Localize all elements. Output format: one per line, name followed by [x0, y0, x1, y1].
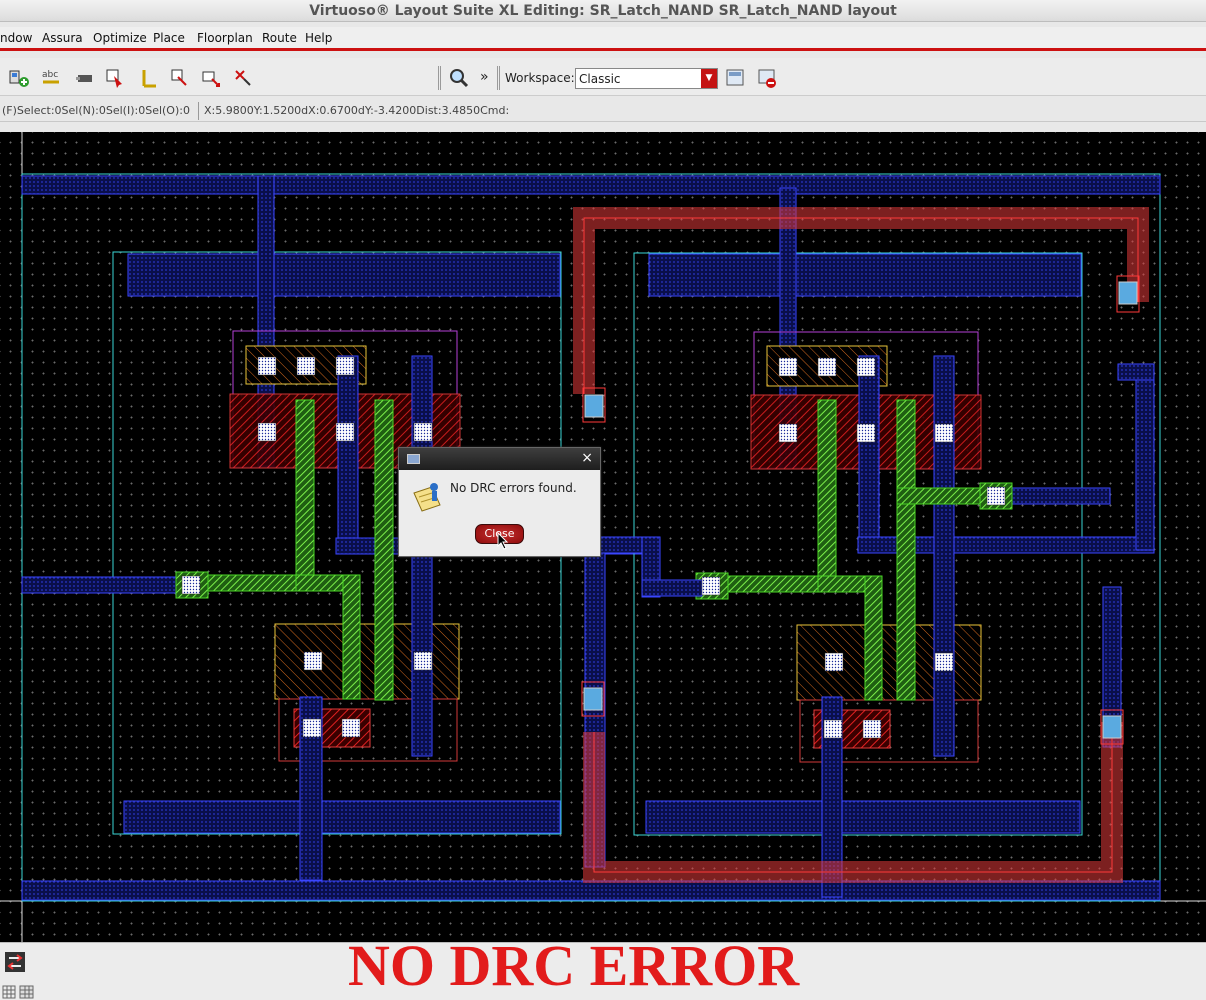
svg-text:abc: abc [42, 70, 58, 80]
magnifier-icon[interactable] [448, 67, 470, 89]
drc-result-dialog: × No DRC errors found. Close [398, 447, 601, 557]
copy-icon[interactable] [168, 67, 190, 89]
status-divider [198, 102, 199, 120]
close-icon[interactable]: × [581, 450, 593, 466]
layout-canvas[interactable] [0, 132, 1206, 942]
window-title: Virtuoso® Layout Suite XL Editing: SR_La… [309, 3, 897, 19]
selection-status: (F)Select:0Sel(N):0Sel(I):0Sel(O):0 [2, 104, 190, 117]
save-workspace-icon[interactable] [724, 67, 746, 89]
menu-place[interactable]: Place [153, 31, 185, 45]
menu-help[interactable]: Help [305, 31, 332, 45]
menu-floorplan[interactable]: Floorplan [197, 31, 253, 45]
workspace-select[interactable]: Classic ▼ [575, 68, 718, 89]
caption-no-drc-error: NO DRC ERROR [348, 933, 800, 998]
menu-window[interactable]: ndow [0, 31, 32, 45]
toolbar-separator [438, 66, 441, 90]
create-instance-icon[interactable] [8, 67, 30, 89]
mouse-cursor-icon [497, 532, 509, 550]
chevron-down-icon[interactable]: ▼ [701, 69, 717, 88]
more-tools-button[interactable]: » [480, 69, 489, 85]
dialog-message: No DRC errors found. [450, 481, 577, 495]
virtuoso-window: Virtuoso® Layout Suite XL Editing: SR_La… [0, 0, 1206, 1000]
layer-select-icon[interactable] [4, 951, 26, 973]
title-bar: Virtuoso® Layout Suite XL Editing: SR_La… [0, 0, 1206, 22]
table-icon[interactable] [19, 985, 35, 999]
pin-icon[interactable] [74, 67, 96, 89]
workspace-label: Workspace: [505, 71, 575, 85]
toolbar-separator [497, 66, 500, 90]
delete-workspace-icon[interactable] [756, 67, 778, 89]
coordinate-readout: X:5.9800Y:1.5200dX:0.6700dY:-3.4200Dist:… [204, 104, 510, 117]
menu-bar: ndow Assura Optimize Place Floorplan Rou… [0, 27, 1206, 51]
menu-optimize[interactable]: Optimize [93, 31, 147, 45]
menu-assura[interactable]: Assura [42, 31, 83, 45]
grid-icon[interactable] [2, 985, 18, 999]
window-icon [407, 454, 420, 464]
dialog-title-bar[interactable]: × [399, 448, 600, 470]
layout-drawing [0, 132, 1206, 942]
stretch-icon[interactable] [232, 67, 254, 89]
ruler-icon[interactable] [138, 67, 160, 89]
menu-route[interactable]: Route [262, 31, 297, 45]
select-icon[interactable] [104, 67, 126, 89]
label-icon[interactable]: abc [40, 67, 62, 89]
status-bar: (F)Select:0Sel(N):0Sel(I):0Sel(O):0 X:5.… [0, 100, 1206, 122]
info-icon [413, 483, 441, 512]
workspace-value: Classic [579, 72, 621, 86]
move-icon[interactable] [200, 67, 222, 89]
